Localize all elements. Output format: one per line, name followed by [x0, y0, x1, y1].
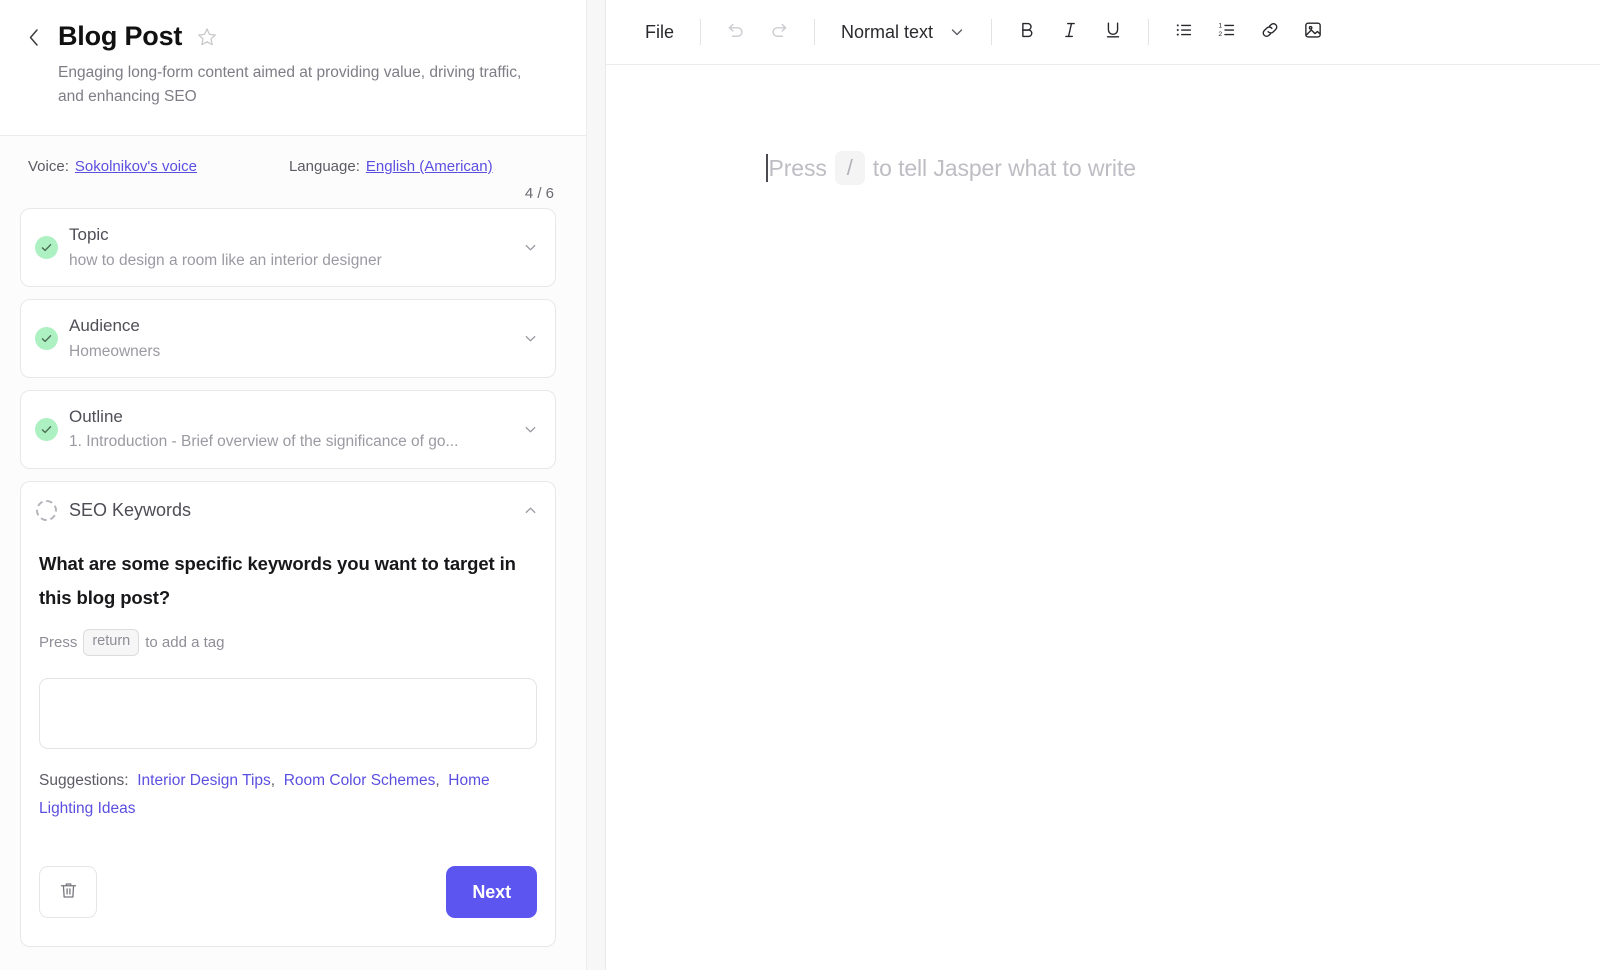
- app-root: Blog Post Engaging long-form content aim…: [0, 0, 1600, 970]
- chevron-up-icon[interactable]: [521, 501, 539, 519]
- placeholder-suffix: to tell Jasper what to write: [873, 155, 1136, 182]
- seo-card-title: SEO Keywords: [69, 500, 509, 521]
- text-style-dropdown[interactable]: Normal text: [830, 15, 976, 50]
- check-circle-icon: [35, 327, 58, 350]
- card-text: Topic how to design a room like an inter…: [69, 223, 510, 272]
- tag-hint-prefix: Press: [39, 634, 77, 651]
- next-button[interactable]: Next: [446, 866, 537, 918]
- step-card-seo-keywords: SEO Keywords What are some specific keyw…: [20, 481, 556, 947]
- link-button[interactable]: [1250, 12, 1290, 52]
- toolbar-separator: [700, 19, 701, 45]
- left-sidebar-panel: Blog Post Engaging long-form content aim…: [0, 0, 586, 970]
- tag-hint: Press return to add a tag: [39, 629, 537, 656]
- underline-icon: [1102, 19, 1124, 46]
- language-value-link[interactable]: English (American): [366, 158, 493, 175]
- redo-icon: [768, 19, 790, 46]
- step-value: how to design a room like an interior de…: [69, 249, 510, 272]
- redo-button[interactable]: [759, 12, 799, 52]
- editor-placeholder: Press / to tell Jasper what to write: [766, 151, 1600, 185]
- undo-icon: [725, 19, 747, 46]
- suggestion-chip-2[interactable]: Room Color Schemes: [284, 772, 436, 789]
- dashed-circle-icon: [36, 500, 57, 521]
- card-header[interactable]: Audience Homeowners: [21, 300, 555, 377]
- text-caret: [766, 154, 768, 182]
- bold-icon: [1016, 19, 1038, 46]
- text-style-value: Normal text: [841, 22, 933, 43]
- panel-header: Blog Post Engaging long-form content aim…: [0, 0, 586, 136]
- suggestions-row: Suggestions: Interior Design Tips, Room …: [39, 767, 537, 824]
- seo-question: What are some specific keywords you want…: [39, 547, 537, 615]
- voice-label: Voice:: [28, 158, 69, 175]
- card-header[interactable]: Topic how to design a room like an inter…: [21, 209, 555, 286]
- toolbar-separator: [991, 19, 992, 45]
- slash-key-chip: /: [835, 151, 865, 185]
- bold-button[interactable]: [1007, 12, 1047, 52]
- seo-card-header[interactable]: SEO Keywords: [21, 482, 555, 535]
- chevron-down-icon[interactable]: [521, 420, 539, 438]
- star-outline-icon[interactable]: [196, 26, 218, 48]
- tag-hint-suffix: to add a tag: [145, 634, 224, 651]
- bullet-list-icon: [1173, 19, 1195, 46]
- voice-value-link[interactable]: Sokolnikov's voice: [75, 158, 197, 175]
- step-label: Topic: [69, 223, 510, 248]
- panel-gutter: [587, 0, 605, 970]
- link-icon: [1259, 19, 1281, 46]
- step-value: Homeowners: [69, 340, 510, 363]
- svg-text:1: 1: [1218, 22, 1222, 29]
- step-card-audience[interactable]: Audience Homeowners: [20, 299, 556, 378]
- chevron-left-icon[interactable]: [22, 22, 44, 52]
- bullet-list-button[interactable]: [1164, 12, 1204, 52]
- step-counter: 4 / 6: [0, 175, 586, 208]
- title-row: Blog Post: [22, 22, 556, 52]
- toolbar-separator: [814, 19, 815, 45]
- chevron-down-icon[interactable]: [521, 329, 539, 347]
- suggestion-chip-1[interactable]: Interior Design Tips: [137, 772, 271, 789]
- editor-canvas[interactable]: Press / to tell Jasper what to write: [606, 65, 1600, 970]
- card-text: Audience Homeowners: [69, 314, 510, 363]
- chevron-down-icon[interactable]: [521, 238, 539, 256]
- step-card-outline[interactable]: Outline 1. Introduction - Brief overview…: [20, 390, 556, 469]
- step-label: Audience: [69, 314, 510, 339]
- chevron-down-icon: [949, 24, 965, 40]
- numbered-list-button[interactable]: 1 2: [1207, 12, 1247, 52]
- toolbar-separator: [1148, 19, 1149, 45]
- check-circle-icon: [35, 418, 58, 441]
- underline-button[interactable]: [1093, 12, 1133, 52]
- delete-button[interactable]: [39, 866, 97, 918]
- document-editor: File Nor: [606, 0, 1600, 970]
- image-icon: [1302, 19, 1324, 46]
- meta-row: Voice: Sokolnikov's voice Language: Engl…: [0, 136, 586, 175]
- italic-icon: [1059, 19, 1081, 46]
- italic-button[interactable]: [1050, 12, 1090, 52]
- placeholder-prefix: Press: [769, 155, 827, 182]
- seo-card-actions: Next: [21, 844, 555, 944]
- language-label: Language:: [289, 158, 360, 175]
- keywords-input[interactable]: [39, 678, 537, 749]
- suggestions-label: Suggestions:: [39, 772, 129, 789]
- panel-subtitle: Engaging long-form content aimed at prov…: [58, 61, 538, 109]
- trash-icon: [58, 880, 79, 904]
- card-text: Outline 1. Introduction - Brief overview…: [69, 405, 510, 454]
- step-value: 1. Introduction - Brief overview of the …: [69, 430, 510, 453]
- card-header[interactable]: Outline 1. Introduction - Brief overview…: [21, 391, 555, 468]
- step-card-topic[interactable]: Topic how to design a room like an inter…: [20, 208, 556, 287]
- steps-list: Topic how to design a room like an inter…: [0, 208, 586, 959]
- page-title: Blog Post: [58, 22, 182, 52]
- seo-card-body: What are some specific keywords you want…: [21, 535, 555, 844]
- undo-button[interactable]: [716, 12, 756, 52]
- step-label: Outline: [69, 405, 510, 430]
- file-menu-button[interactable]: File: [634, 15, 685, 50]
- editor-toolbar: File Nor: [606, 0, 1600, 65]
- check-circle-icon: [35, 236, 58, 259]
- insert-image-button[interactable]: [1293, 12, 1333, 52]
- return-key-chip: return: [83, 629, 139, 656]
- numbered-list-icon: 1 2: [1216, 19, 1238, 46]
- svg-text:2: 2: [1218, 31, 1222, 38]
